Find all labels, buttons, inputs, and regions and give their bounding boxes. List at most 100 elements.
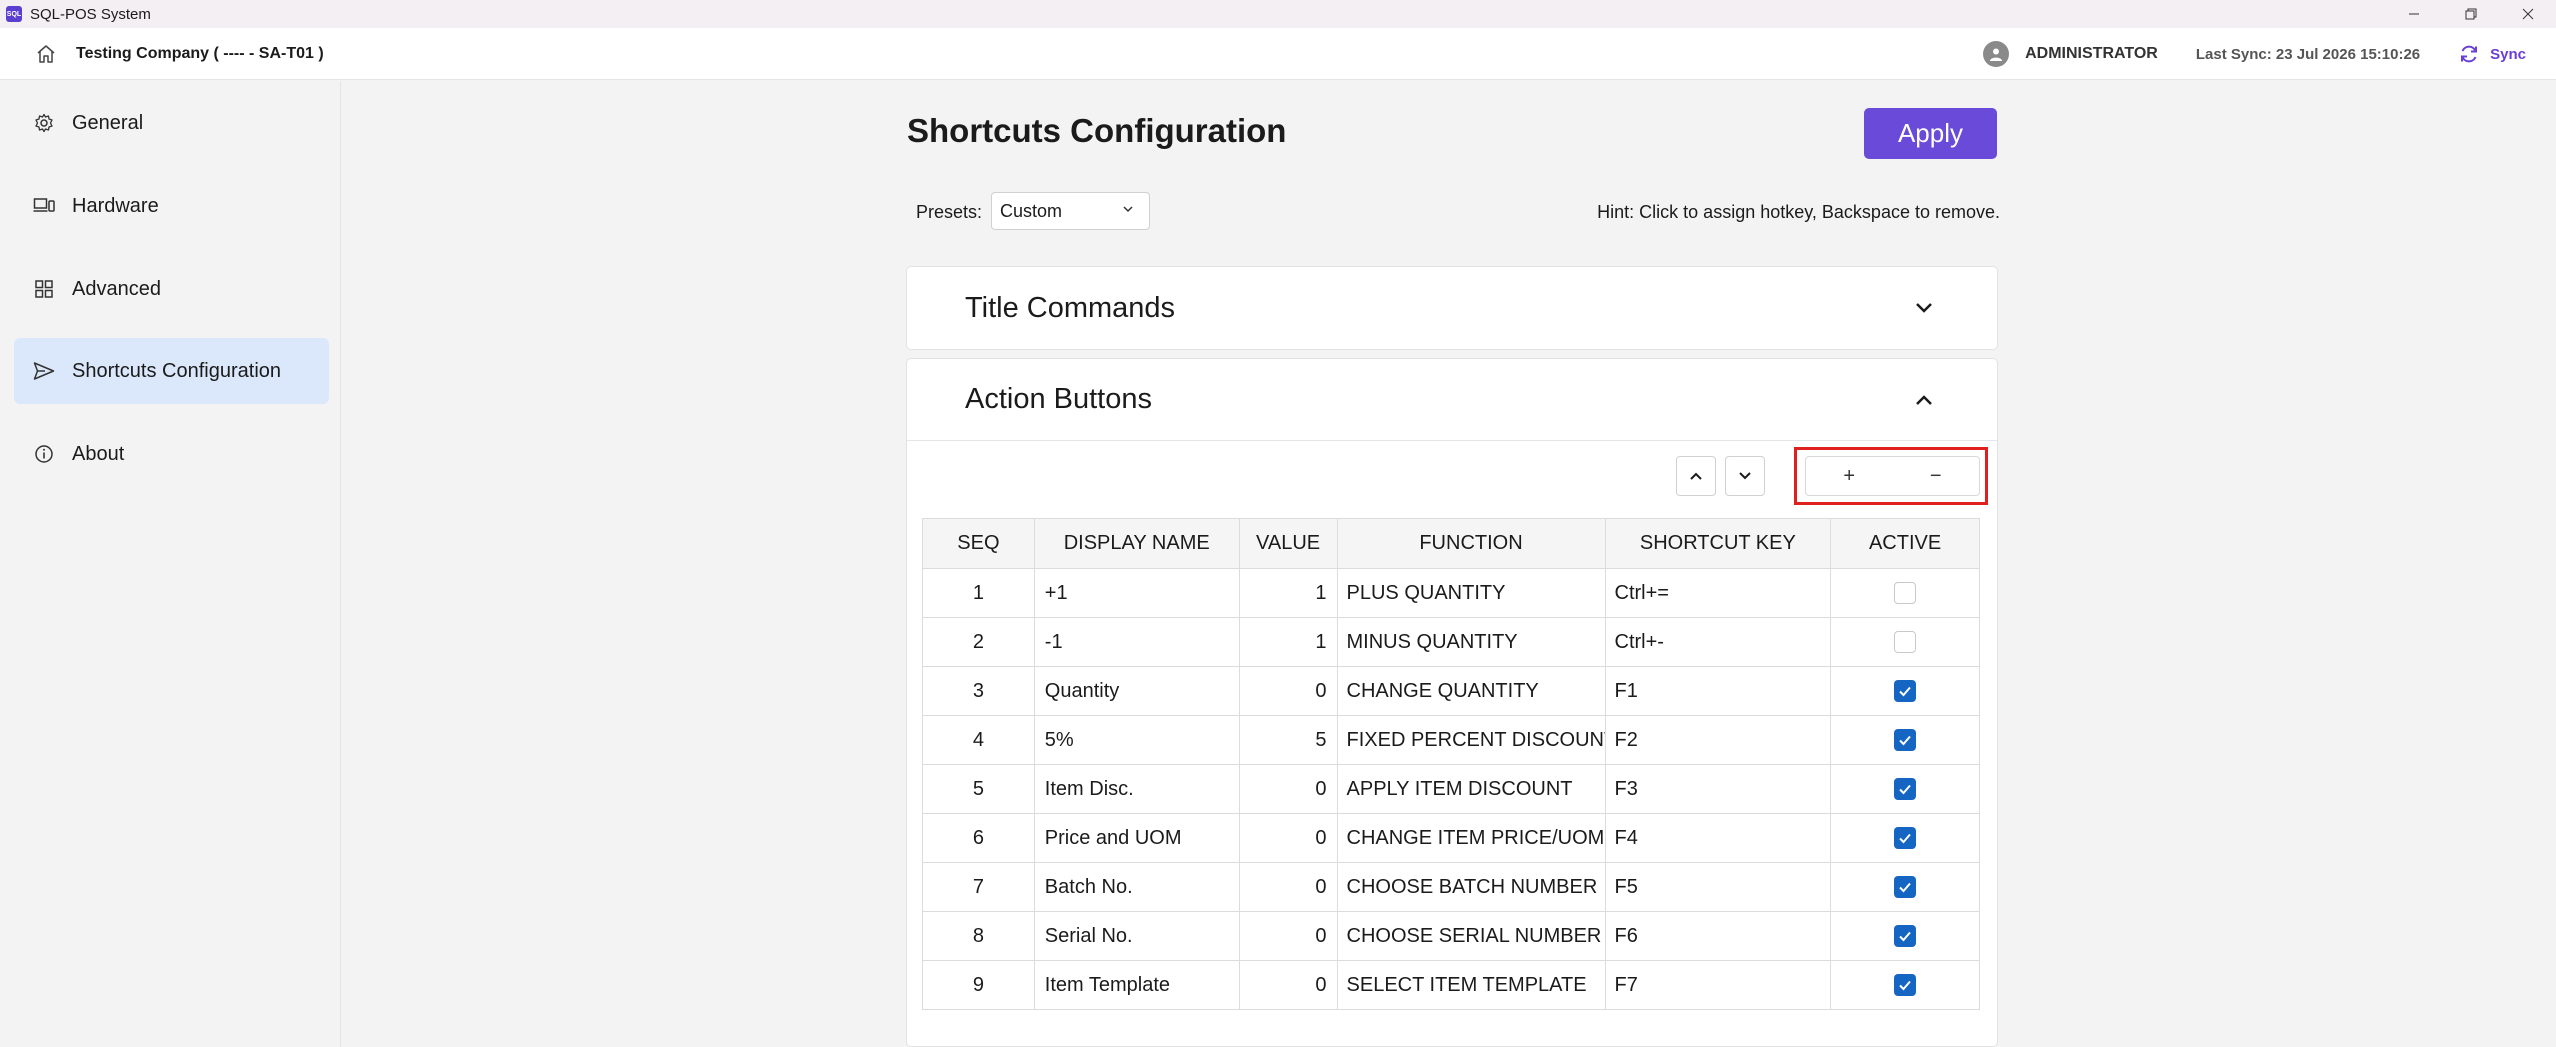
active-checkbox[interactable]: [1894, 974, 1917, 997]
sidebar-item-shortcuts-configuration[interactable]: Shortcuts Configuration: [14, 338, 329, 404]
move-down-button[interactable]: [1725, 456, 1765, 496]
active-checkbox[interactable]: [1894, 729, 1917, 752]
seq-cell[interactable]: 2: [922, 617, 1035, 667]
function-cell[interactable]: CHOOSE BATCH NUMBER: [1336, 862, 1606, 912]
value-cell[interactable]: 0: [1238, 764, 1338, 814]
column-header-display-name[interactable]: DISPLAY NAME: [1033, 518, 1240, 569]
active-checkbox[interactable]: [1894, 582, 1917, 605]
sidebar-item-hardware[interactable]: Hardware: [14, 173, 329, 239]
table-row[interactable]: 4 5% 5 FIXED PERCENT DISCOUNT F2: [922, 715, 1980, 765]
sidebar-item-general[interactable]: General: [14, 90, 329, 156]
restore-icon: [2465, 8, 2476, 20]
active-cell: [1830, 666, 1980, 716]
sync-button[interactable]: Sync: [2458, 43, 2526, 65]
display-name-cell[interactable]: Item Template: [1033, 960, 1240, 1010]
active-cell: [1830, 617, 1980, 667]
shortcut-key-cell[interactable]: Ctrl+-: [1604, 617, 1832, 667]
value-cell[interactable]: 0: [1238, 911, 1338, 961]
value-cell[interactable]: 1: [1238, 568, 1338, 618]
seq-cell[interactable]: 9: [922, 960, 1035, 1010]
column-header-function[interactable]: FUNCTION: [1336, 518, 1606, 569]
seq-cell[interactable]: 8: [922, 911, 1035, 961]
table-row[interactable]: 2 -1 1 MINUS QUANTITY Ctrl+-: [922, 617, 1980, 667]
shortcut-key-cell[interactable]: F5: [1604, 862, 1832, 912]
table-row[interactable]: 6 Price and UOM 0 CHANGE ITEM PRICE/UOM F4: [922, 813, 1980, 863]
apply-button[interactable]: Apply: [1864, 108, 1997, 159]
shortcut-key-cell[interactable]: F6: [1604, 911, 1832, 961]
section-title: Title Commands: [965, 291, 1176, 324]
function-cell[interactable]: PLUS QUANTITY: [1336, 568, 1606, 618]
sidebar-item-label: Hardware: [72, 194, 159, 217]
value-cell[interactable]: 1: [1238, 617, 1338, 667]
display-name-cell[interactable]: Batch No.: [1033, 862, 1240, 912]
user-icon: [1990, 48, 2003, 61]
section-header-action-buttons[interactable]: Action Buttons: [907, 359, 1997, 441]
active-checkbox[interactable]: [1894, 778, 1917, 801]
value-cell[interactable]: 0: [1238, 666, 1338, 716]
sidebar-item-label: General: [72, 111, 144, 134]
display-name-cell[interactable]: Price and UOM: [1033, 813, 1240, 863]
section-header-title-commands[interactable]: Title Commands: [907, 267, 1997, 349]
presets-dropdown[interactable]: Custom: [991, 192, 1150, 230]
table-row[interactable]: 9 Item Template 0 SELECT ITEM TEMPLATE F7: [922, 960, 1980, 1010]
column-header-value[interactable]: VALUE: [1238, 518, 1338, 569]
avatar[interactable]: [1983, 41, 2010, 67]
table-row[interactable]: 1 +1 1 PLUS QUANTITY Ctrl+=: [922, 568, 1980, 618]
display-name-cell[interactable]: +1: [1033, 568, 1240, 618]
restore-button[interactable]: [2442, 0, 2499, 28]
function-cell[interactable]: MINUS QUANTITY: [1336, 617, 1606, 667]
close-window-button[interactable]: [2499, 0, 2556, 28]
shortcut-key-cell[interactable]: F7: [1604, 960, 1832, 1010]
table-row[interactable]: 5 Item Disc. 0 APPLY ITEM DISCOUNT F3: [922, 764, 1980, 814]
active-checkbox[interactable]: [1894, 631, 1917, 654]
chevron-down-icon: [1916, 303, 1932, 313]
seq-cell[interactable]: 3: [922, 666, 1035, 716]
active-checkbox[interactable]: [1894, 827, 1917, 850]
function-cell[interactable]: APPLY ITEM DISCOUNT: [1336, 764, 1606, 814]
column-header-active[interactable]: ACTIVE: [1830, 518, 1980, 569]
display-name-cell[interactable]: Item Disc.: [1033, 764, 1240, 814]
function-cell[interactable]: CHOOSE SERIAL NUMBER: [1336, 911, 1606, 961]
home-button[interactable]: [34, 42, 58, 66]
sidebar-item-advanced[interactable]: Advanced: [14, 256, 329, 322]
active-checkbox[interactable]: [1894, 925, 1917, 948]
active-checkbox[interactable]: [1894, 680, 1917, 703]
seq-cell[interactable]: 5: [922, 764, 1035, 814]
display-name-cell[interactable]: 5%: [1033, 715, 1240, 765]
header-right: ADMINISTRATOR Last Sync: 23 Jul 2026 15:…: [1983, 28, 2526, 80]
app-logo-text: SQL: [6, 10, 22, 18]
display-name-cell[interactable]: Serial No.: [1033, 911, 1240, 961]
table-row[interactable]: 3 Quantity 0 CHANGE QUANTITY F1: [922, 666, 1980, 716]
function-cell[interactable]: FIXED PERCENT DISCOUNT: [1336, 715, 1606, 765]
move-up-button[interactable]: [1676, 456, 1716, 496]
active-checkbox[interactable]: [1894, 876, 1917, 899]
value-cell[interactable]: 0: [1238, 813, 1338, 863]
app-logo: SQL: [6, 6, 22, 22]
section-title-commands: Title Commands: [906, 266, 1998, 350]
display-name-cell[interactable]: -1: [1033, 617, 1240, 667]
seq-cell[interactable]: 4: [922, 715, 1035, 765]
table-row[interactable]: 8 Serial No. 0 CHOOSE SERIAL NUMBER F6: [922, 911, 1980, 961]
seq-cell[interactable]: 1: [922, 568, 1035, 618]
add-row-button[interactable]: +: [1806, 457, 1893, 495]
shortcut-key-cell[interactable]: Ctrl+=: [1604, 568, 1832, 618]
function-cell[interactable]: CHANGE ITEM PRICE/UOM: [1336, 813, 1606, 863]
value-cell[interactable]: 0: [1238, 960, 1338, 1010]
shortcut-key-cell[interactable]: F4: [1604, 813, 1832, 863]
value-cell[interactable]: 5: [1238, 715, 1338, 765]
seq-cell[interactable]: 7: [922, 862, 1035, 912]
shortcut-key-cell[interactable]: F3: [1604, 764, 1832, 814]
display-name-cell[interactable]: Quantity: [1033, 666, 1240, 716]
function-cell[interactable]: CHANGE QUANTITY: [1336, 666, 1606, 716]
seq-cell[interactable]: 6: [922, 813, 1035, 863]
value-cell[interactable]: 0: [1238, 862, 1338, 912]
sidebar-item-about[interactable]: About: [14, 421, 329, 487]
column-header-shortcut-key[interactable]: SHORTCUT KEY: [1604, 518, 1832, 569]
minimize-button[interactable]: [2385, 0, 2442, 28]
table-row[interactable]: 7 Batch No. 0 CHOOSE BATCH NUMBER F5: [922, 862, 1980, 912]
remove-row-button[interactable]: −: [1893, 457, 1980, 495]
shortcut-key-cell[interactable]: F1: [1604, 666, 1832, 716]
shortcut-key-cell[interactable]: F2: [1604, 715, 1832, 765]
function-cell[interactable]: SELECT ITEM TEMPLATE: [1336, 960, 1606, 1010]
column-header-seq[interactable]: SEQ: [922, 518, 1035, 569]
